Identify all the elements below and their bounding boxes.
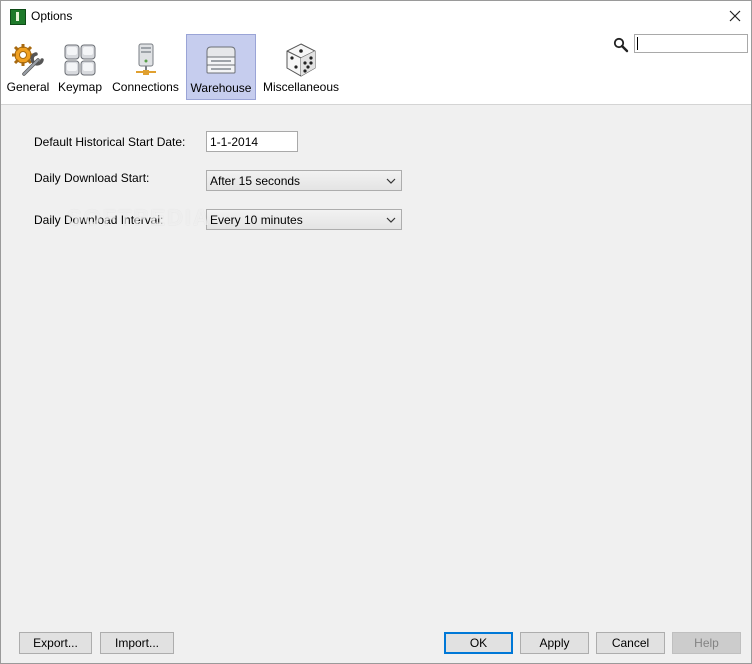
network-computer-icon	[135, 43, 156, 75]
apply-button[interactable]: Apply	[520, 632, 589, 654]
dice-icon	[286, 43, 316, 77]
ok-button[interactable]: OK	[444, 632, 513, 654]
text-caret	[637, 37, 638, 50]
start-date-label: Default Historical Start Date:	[34, 135, 186, 149]
title-bar: Options	[1, 1, 751, 32]
chevron-down-icon	[386, 178, 396, 184]
download-start-label: Daily Download Start:	[34, 171, 150, 185]
search-icon	[613, 37, 629, 53]
search-input[interactable]	[634, 34, 748, 53]
download-interval-value: Every 10 minutes	[210, 213, 303, 227]
tab-connections[interactable]: Connections	[109, 34, 182, 100]
tab-miscellaneous-label: Miscellaneous	[262, 80, 340, 94]
storage-drive-icon	[206, 46, 236, 74]
keyboard-keys-icon	[64, 44, 96, 76]
watermark: SOFTPEDIA	[67, 205, 211, 230]
gear-wrench-icon	[12, 44, 44, 76]
tab-general[interactable]: General	[5, 34, 51, 100]
cancel-button[interactable]: Cancel	[596, 632, 665, 654]
close-button[interactable]	[721, 1, 751, 32]
download-interval-select[interactable]: Every 10 minutes	[206, 209, 402, 230]
tab-warehouse-label: Warehouse	[190, 81, 252, 95]
options-toolbar: General Keymap Connections Warehouse Mis…	[1, 32, 751, 105]
download-start-value: After 15 seconds	[210, 174, 301, 188]
tab-warehouse[interactable]: Warehouse	[186, 34, 256, 100]
options-dialog: Options General Keymap Connections Wareh…	[0, 0, 752, 664]
help-button: Help	[672, 632, 741, 654]
import-button[interactable]: Import...	[100, 632, 174, 654]
tab-connections-label: Connections	[112, 80, 179, 94]
close-icon	[729, 10, 741, 22]
tab-miscellaneous[interactable]: Miscellaneous	[259, 34, 343, 100]
chevron-down-icon	[386, 217, 396, 223]
export-button[interactable]: Export...	[19, 632, 92, 654]
tab-keymap-label: Keymap	[57, 80, 103, 94]
start-date-field[interactable]	[206, 131, 298, 152]
tab-keymap[interactable]: Keymap	[56, 34, 104, 100]
download-start-select[interactable]: After 15 seconds	[206, 170, 402, 191]
window-title: Options	[31, 9, 73, 23]
tab-general-label: General	[6, 80, 50, 94]
app-icon	[10, 9, 26, 25]
